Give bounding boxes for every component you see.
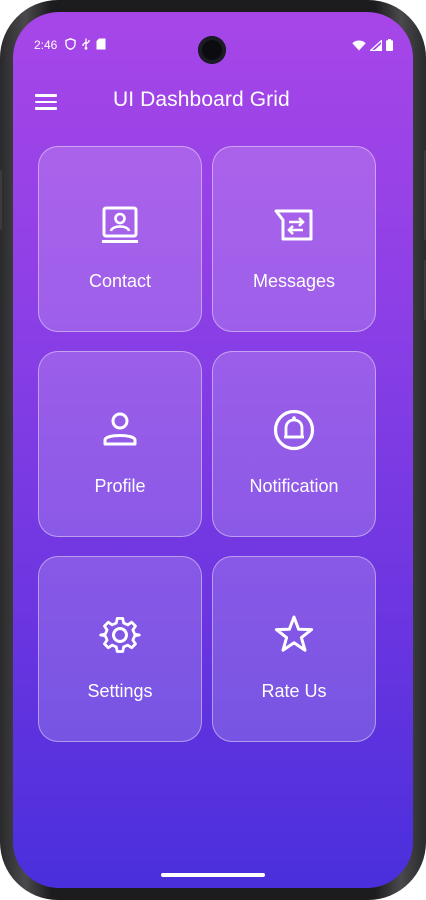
app-bar: UI Dashboard Grid <box>13 84 413 120</box>
menu-icon-line <box>35 107 57 110</box>
sd-card-icon <box>96 38 106 53</box>
wifi-icon <box>352 40 366 54</box>
page-title: UI Dashboard Grid <box>113 88 290 111</box>
home-indicator[interactable] <box>161 873 265 877</box>
status-time: 2:46 <box>34 38 58 52</box>
messages-swap-icon <box>272 203 316 247</box>
signal-icon <box>368 38 383 54</box>
status-bar: 2:46 <box>13 12 413 64</box>
power-button <box>0 170 2 230</box>
tile-label: Contact <box>88 271 152 291</box>
phone-frame: 2:46 UI Dashboard Grid Contact Messages … <box>0 0 426 900</box>
tile-label: Settings <box>87 681 153 701</box>
shield-icon <box>65 38 76 53</box>
tile-messages[interactable]: Messages <box>212 146 376 332</box>
tile-label: Messages <box>252 271 336 291</box>
front-camera <box>198 36 226 64</box>
tile-label: Profile <box>94 476 146 496</box>
tile-settings[interactable]: Settings <box>38 556 202 742</box>
status-right-icons <box>352 38 393 54</box>
gear-icon <box>98 613 142 657</box>
tile-label: Notification <box>249 476 339 496</box>
star-icon <box>272 613 316 657</box>
menu-button[interactable] <box>35 90 61 114</box>
tile-profile[interactable]: Profile <box>38 351 202 537</box>
screen: 2:46 UI Dashboard Grid Contact Messages … <box>13 12 413 888</box>
tile-contact[interactable]: Contact <box>38 146 202 332</box>
status-left-icons <box>65 38 106 53</box>
usb-icon <box>81 38 91 53</box>
battery-icon <box>386 39 393 54</box>
menu-icon-line <box>35 94 57 97</box>
contact-card-icon <box>98 203 142 247</box>
menu-icon-line <box>35 100 57 104</box>
tile-notification[interactable]: Notification <box>212 351 376 537</box>
person-icon <box>98 408 142 452</box>
dashboard-grid: Contact Messages Profile Notification Se… <box>38 146 376 742</box>
tile-label: Rate Us <box>261 681 327 701</box>
tile-rate-us[interactable]: Rate Us <box>212 556 376 742</box>
bell-icon <box>272 408 316 452</box>
